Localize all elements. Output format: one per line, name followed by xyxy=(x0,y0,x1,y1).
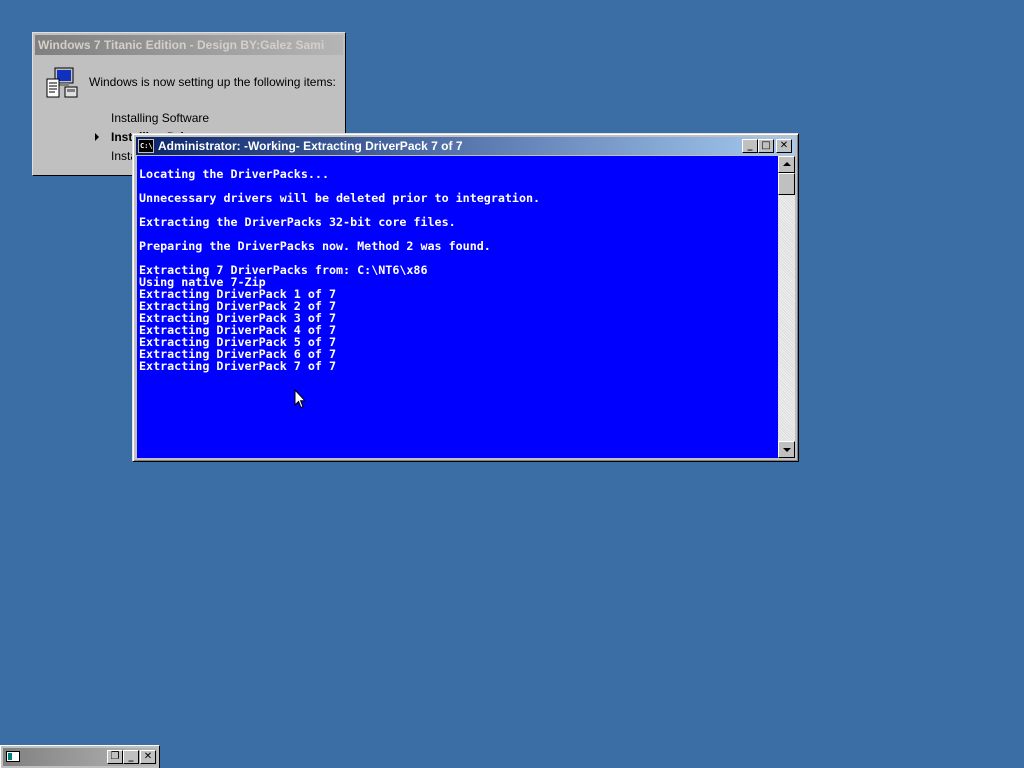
setup-heading: Windows is now setting up the following … xyxy=(89,75,336,89)
setup-dialog-title[interactable]: Windows 7 Titanic Edition - Design BY:Ga… xyxy=(35,35,343,55)
setup-item-label: Installing Software xyxy=(111,111,210,125)
mouse-pointer-icon xyxy=(294,389,306,409)
console-title-bar[interactable]: C:\ Administrator: -Working- Extracting … xyxy=(136,137,795,155)
scroll-down-button[interactable] xyxy=(778,441,795,458)
scroll-up-button[interactable] xyxy=(778,156,795,173)
console-title: Administrator: -Working- Extracting Driv… xyxy=(158,139,463,153)
close-button[interactable]: ✕ xyxy=(776,139,792,153)
arrow-down-icon xyxy=(783,448,791,452)
minimized-window[interactable]: ❐ _ ✕ xyxy=(0,745,160,768)
minimize-button[interactable]: _ xyxy=(123,750,139,764)
console-line: Preparing the DriverPacks now. Method 2 … xyxy=(139,239,491,253)
arrow-up-icon xyxy=(783,162,791,166)
console-line: Extracting the DriverPacks 32-bit core f… xyxy=(139,215,456,229)
minimized-title-bar[interactable]: ❐ _ ✕ xyxy=(3,748,157,766)
console-line: Locating the DriverPacks... xyxy=(139,167,329,181)
console-line: Unnecessary drivers will be deleted prio… xyxy=(139,191,541,205)
computer-setup-icon xyxy=(46,67,78,98)
console-line: Extracting DriverPack 7 of 7 xyxy=(139,359,337,373)
console-window: C:\ Administrator: -Working- Extracting … xyxy=(132,133,799,462)
maximize-button[interactable]: □ xyxy=(758,139,774,153)
console-output[interactable]: Locating the DriverPacks... Unnecessary … xyxy=(137,156,778,458)
current-step-arrow-icon xyxy=(95,133,99,141)
restore-button[interactable]: ❐ xyxy=(107,750,123,764)
minimize-button[interactable]: _ xyxy=(742,139,758,153)
scroll-thumb[interactable] xyxy=(778,173,795,195)
close-button[interactable]: ✕ xyxy=(140,750,156,764)
console-app-icon[interactable]: C:\ xyxy=(138,139,154,153)
vertical-scrollbar[interactable] xyxy=(778,156,795,458)
window-icon xyxy=(6,751,20,762)
setup-item-software: Installing Software xyxy=(111,109,209,128)
